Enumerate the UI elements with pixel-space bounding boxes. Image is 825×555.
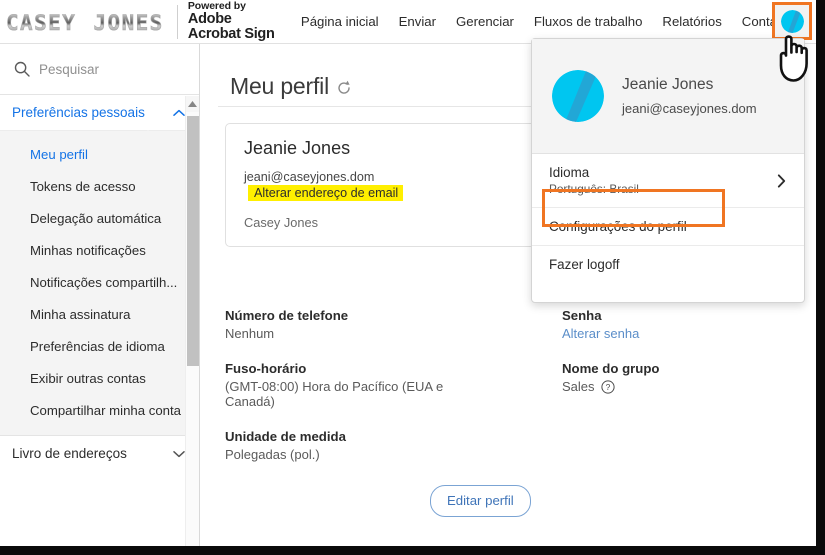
adobe-label: Adobe	[187, 11, 232, 28]
search-input[interactable]	[39, 61, 169, 77]
nav-relatorios[interactable]: Relatórios	[652, 8, 731, 35]
main-nav: Página inicial Enviar Gerenciar Fluxos d…	[291, 8, 787, 35]
field-senha: Senha Alterar senha	[562, 308, 795, 341]
field-label: Fuso-horário	[225, 361, 307, 376]
sidebar-item-notificacoes-compartilhadas[interactable]: Notificações compartilh...	[0, 266, 199, 298]
idioma-text-group: Idioma Português: Brasil	[549, 165, 639, 196]
field-value: Polegadas (pol.)	[225, 447, 320, 462]
account-dropdown-menu: Jeanie Jones jeani@caseyjones.dom Idioma…	[531, 38, 805, 303]
field-label: Senha	[562, 308, 602, 323]
sidebar-group-preferencias-pessoais[interactable]: Preferências pessoais	[0, 95, 199, 130]
chevron-right-icon	[777, 173, 786, 188]
dropdown-user-header: Jeanie Jones jeani@caseyjones.dom	[532, 39, 804, 154]
scrollbar-thumb[interactable]	[187, 116, 199, 366]
left-sidebar: Preferências pessoais Meu perfil Tokens …	[0, 44, 200, 546]
avatar	[552, 70, 604, 122]
dropdown-item-idioma[interactable]: Idioma Português: Brasil	[532, 154, 804, 208]
field-nome-do-grupo: Nome do grupo Sales ?	[562, 361, 795, 394]
window-frame-right	[816, 0, 825, 555]
sidebar-item-delegacao-automatica[interactable]: Delegação automática	[0, 202, 199, 234]
page-title: Meu perfil	[230, 72, 329, 99]
nav-fluxos-de-trabalho[interactable]: Fluxos de trabalho	[524, 8, 653, 35]
change-email-link[interactable]: Alterar endereço de email	[248, 185, 404, 202]
sidebar-item-tokens-de-acesso[interactable]: Tokens de acesso	[0, 170, 199, 202]
dropdown-item-configuracoes-do-perfil[interactable]: Configurações do perfil	[532, 208, 804, 246]
window-frame-bottom	[0, 546, 825, 555]
sidebar-item-exibir-outras-contas[interactable]: Exibir outras contas	[0, 362, 199, 394]
scroll-up-arrow-icon[interactable]	[186, 96, 199, 112]
chevron-up-icon	[173, 109, 185, 116]
avatar[interactable]	[780, 9, 804, 33]
question-circle-icon[interactable]: ?	[600, 379, 615, 394]
profile-fields-left-column: Número de telefone Nenhum Fuso-horário (…	[225, 308, 458, 482]
dropdown-user-info: Jeanie Jones jeani@caseyjones.dom	[622, 76, 757, 116]
idioma-label: Idioma	[549, 165, 590, 180]
sidebar-item-minhas-notificacoes[interactable]: Minhas notificações	[0, 234, 199, 266]
sidebar-group-label: Livro de endereços	[12, 446, 127, 461]
sidebar-item-compartilhar-minha-conta[interactable]: Compartilhar minha conta	[0, 394, 199, 426]
sidebar-group-label: Preferências pessoais	[12, 105, 145, 120]
app-root: CASEY JONES Powered by Adobe Acrobat Sig…	[0, 0, 825, 555]
editar-perfil-button[interactable]: Editar perfil	[430, 485, 531, 517]
svg-text:CASEY: CASEY	[6, 10, 76, 34]
field-label: Unidade de medida	[225, 429, 346, 444]
sidebar-search-row	[0, 44, 199, 95]
alterar-senha-link[interactable]: Alterar senha	[562, 326, 795, 341]
field-label: Número de telefone	[225, 308, 349, 323]
refresh-icon[interactable]	[336, 80, 352, 96]
field-value: (GMT-08:00) Hora do Pacífico (EUA e Cana…	[225, 379, 444, 409]
field-unidade-de-medida: Unidade de medida Polegadas (pol.)	[225, 429, 458, 462]
field-fuso-horario: Fuso-horário (GMT-08:00) Hora do Pacífic…	[225, 361, 458, 409]
sidebar-item-preferencias-de-idioma[interactable]: Preferências de idioma	[0, 330, 199, 362]
sidebar-item-meu-perfil[interactable]: Meu perfil	[0, 138, 199, 170]
sidebar-group-livro-de-enderecos[interactable]: Livro de endereços	[0, 436, 199, 471]
nav-enviar[interactable]: Enviar	[389, 8, 446, 35]
casey-jones-logo[interactable]: CASEY JONES	[0, 0, 175, 44]
idioma-value: Português: Brasil	[549, 182, 639, 196]
field-label: Nome do grupo	[562, 361, 660, 376]
sidebar-scrollbar[interactable]	[185, 96, 199, 546]
profile-fields-right-column: Senha Alterar senha Nome do grupo Sales …	[562, 308, 795, 482]
avatar-highlight-box	[772, 2, 812, 40]
adobe-acrobat-sign-branding: Powered by Adobe Acrobat Sign	[188, 1, 283, 41]
nav-pagina-inicial[interactable]: Página inicial	[291, 8, 389, 35]
sidebar-group-items: Meu perfil Tokens de acesso Delegação au…	[0, 130, 199, 436]
chevron-down-icon	[173, 450, 185, 457]
acrobat-sign-label: Acrobat Sign	[187, 25, 275, 42]
field-numero-de-telefone: Número de telefone Nenhum	[225, 308, 458, 341]
field-value-row: Sales ?	[562, 379, 795, 394]
search-icon	[14, 61, 30, 77]
field-value: Sales	[562, 379, 595, 394]
nav-gerenciar[interactable]: Gerenciar	[446, 8, 524, 35]
dropdown-user-email: jeani@caseyjones.dom	[622, 101, 757, 116]
sidebar-item-minha-assinatura[interactable]: Minha assinatura	[0, 298, 199, 330]
svg-text:JONES: JONES	[93, 10, 163, 34]
dropdown-item-fazer-logoff[interactable]: Fazer logoff	[532, 246, 804, 283]
dropdown-user-name: Jeanie Jones	[622, 76, 714, 93]
profile-fields: Número de telefone Nenhum Fuso-horário (…	[225, 308, 795, 482]
logo-divider	[177, 4, 178, 39]
svg-text:?: ?	[605, 382, 610, 392]
field-value: Nenhum	[225, 326, 275, 341]
